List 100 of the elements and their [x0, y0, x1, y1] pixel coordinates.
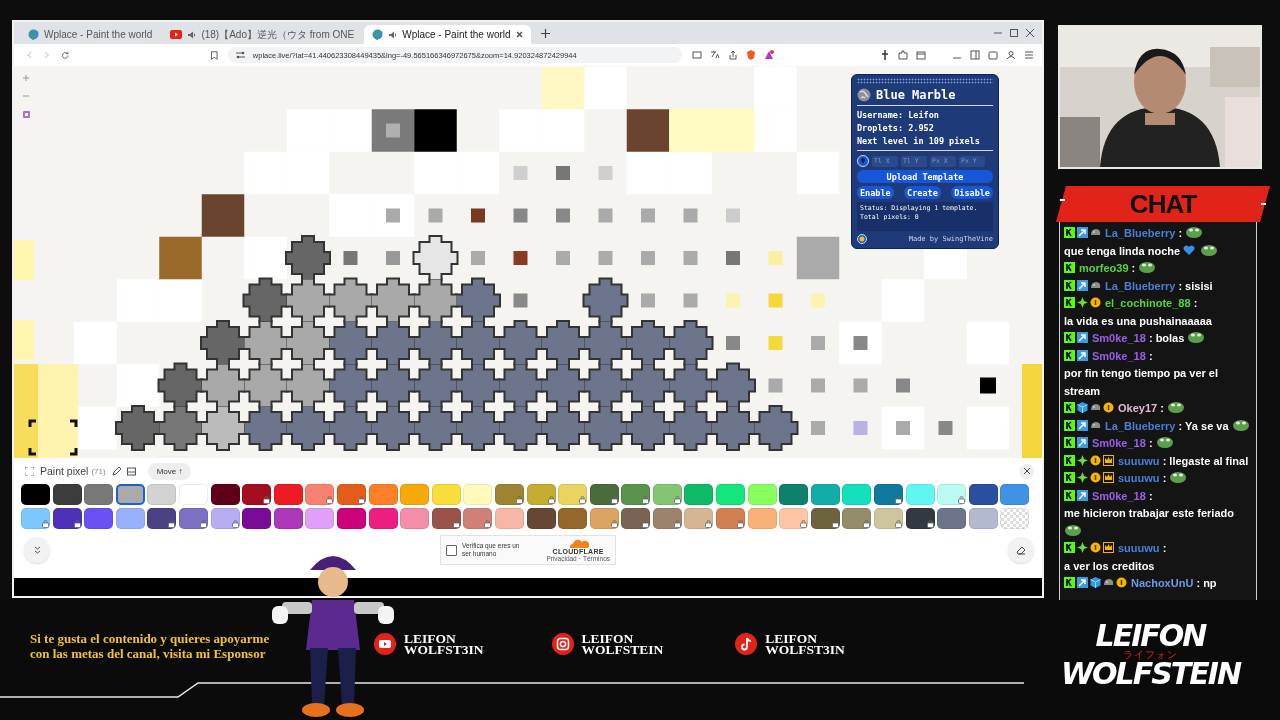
lock-icon	[326, 496, 334, 504]
template-button[interactable]: Create	[904, 186, 941, 199]
user-icon[interactable]	[1006, 50, 1016, 60]
reload-icon[interactable]	[60, 50, 70, 60]
browser-tab[interactable]: (18)【Ado】逆光（ウタ from ONE	[162, 25, 363, 44]
eraser-button[interactable]	[1008, 537, 1034, 563]
lock-icon	[263, 496, 271, 504]
pixel-count: (71)	[91, 466, 106, 476]
message-text: me hicieron trabajar este feriado	[1064, 506, 1234, 521]
lock-icon	[357, 496, 365, 504]
bookmark-icon[interactable]	[211, 50, 218, 60]
emote-icon	[1166, 400, 1185, 413]
new-tab-icon[interactable]	[540, 28, 550, 38]
close-icon[interactable]	[515, 31, 523, 38]
window-icon[interactable]	[916, 50, 926, 60]
emote-icon	[1169, 470, 1188, 483]
lock-icon	[673, 520, 681, 528]
username: suuuwu	[1118, 472, 1160, 484]
username: NachoxUnU	[1131, 577, 1194, 589]
lock-icon	[926, 520, 934, 528]
emote-icon	[1138, 260, 1157, 273]
lock-icon	[642, 520, 650, 528]
separator-text: :	[1148, 332, 1153, 344]
separator-text: :	[1148, 489, 1153, 502]
heart-icon	[1183, 244, 1196, 256]
wallet-icon[interactable]	[988, 50, 998, 60]
browser-tab[interactable]: Wplace - Paint the world	[20, 25, 161, 44]
username: el_cochinote_88	[1105, 297, 1191, 309]
site-settings-icon[interactable]	[235, 51, 245, 59]
stat-text: Next level in 109 pixels	[857, 135, 981, 148]
translate-icon[interactable]	[710, 50, 720, 60]
template-button[interactable]: Disable	[951, 186, 993, 199]
chevrons-icon	[33, 546, 41, 554]
message-text: llegaste al final	[1169, 453, 1249, 469]
upload-button[interactable]: Upload Template	[857, 170, 993, 183]
separator-text: :	[1162, 472, 1167, 484]
emote-icon	[1155, 435, 1174, 448]
share-icon[interactable]	[728, 50, 738, 60]
pin-icon[interactable]	[880, 50, 890, 60]
maximize-icon[interactable]	[1010, 29, 1018, 37]
sidebar-icon[interactable]	[970, 50, 980, 60]
install-icon[interactable]	[692, 50, 702, 60]
move-button[interactable]: Move ↑	[147, 462, 192, 480]
cloud-icon	[567, 538, 590, 548]
coin-icon[interactable]	[857, 234, 867, 244]
username: La_Blueberry	[1105, 419, 1176, 432]
username: suuuwu	[1118, 454, 1160, 467]
triangle-icon[interactable]	[764, 50, 774, 60]
separator-text: :	[1162, 454, 1167, 467]
shield-icon[interactable]	[746, 50, 756, 60]
separator-text: :	[1148, 437, 1153, 449]
close-button[interactable]	[1019, 463, 1034, 479]
template-button[interactable]: Enable	[857, 186, 894, 199]
emote-icon	[1200, 242, 1219, 256]
browser-tab[interactable]: Wplace - Paint the world	[364, 25, 531, 44]
social-handle: LEIFON WOLFSTEIN	[581, 633, 664, 655]
social-handle: LEIFON WOLFST3IN	[765, 633, 845, 655]
lock-icon	[673, 496, 681, 504]
lock-icon	[737, 520, 745, 528]
lock-icon	[452, 520, 460, 528]
lock-icon	[610, 496, 618, 504]
message-text: np	[1203, 576, 1217, 591]
lock-icon	[42, 520, 49, 528]
emote-icon	[1185, 225, 1204, 238]
lock-icon	[547, 496, 555, 504]
stat-text: Username: Leifon	[857, 109, 940, 122]
play-icon[interactable]	[374, 633, 396, 655]
checkbox[interactable]	[446, 544, 457, 556]
layout-icon[interactable]	[126, 466, 136, 476]
play-icon	[170, 30, 183, 39]
camera-icon[interactable]	[551, 633, 574, 655]
logo-text: WOLFSTEIN	[1060, 660, 1240, 687]
eraser-icon	[1016, 545, 1026, 555]
separator-text: :	[1178, 419, 1183, 432]
drag-handle[interactable]	[857, 78, 993, 84]
menu-icon[interactable]	[1024, 50, 1034, 60]
template-icon[interactable]	[22, 110, 31, 119]
separator-text: :	[1178, 227, 1183, 239]
lock-icon	[484, 520, 492, 528]
username: La_Blueberry	[1105, 227, 1176, 239]
lock-icon	[73, 520, 81, 528]
close-icon	[1023, 468, 1030, 474]
color-swatch[interactable]	[115, 484, 145, 505]
panel-title: Paint pixel	[40, 465, 89, 477]
logo-text: LEIFON	[1095, 622, 1206, 649]
selection-brackets-icon	[28, 419, 78, 456]
lock-icon	[199, 520, 207, 528]
close-icon[interactable]	[1026, 29, 1034, 37]
separator-text: :	[1196, 577, 1201, 589]
username: suuuwu	[1118, 542, 1160, 554]
lock-icon	[168, 520, 176, 528]
message-text: que tenga linda noche	[1064, 243, 1181, 259]
separator-text: :	[1162, 542, 1167, 554]
emote-icon	[1064, 522, 1082, 536]
fullscreen-icon[interactable]	[25, 466, 34, 476]
promo-text: Si te gusta el contenido y quieres apoyarme con las metas del canal, visita mi Esponsor	[30, 631, 271, 661]
pencil-icon[interactable]	[111, 466, 121, 476]
music-note-icon[interactable]	[735, 633, 758, 655]
lock-icon	[958, 496, 966, 504]
extension-icon[interactable]	[898, 50, 908, 60]
